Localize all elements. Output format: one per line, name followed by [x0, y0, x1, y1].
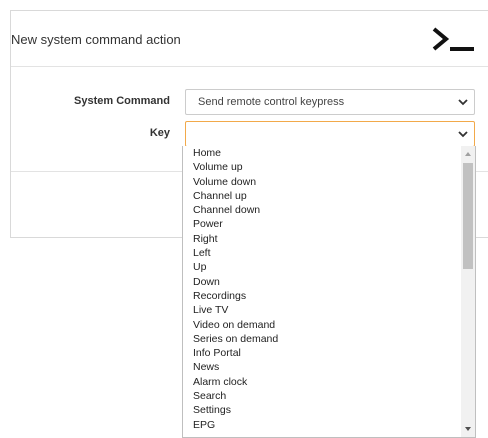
scrollbar-thumb[interactable]: [463, 163, 473, 269]
key-select[interactable]: [185, 121, 475, 147]
scroll-down-arrow-icon[interactable]: [465, 427, 471, 431]
option-series-on-demand[interactable]: Series on demand: [183, 332, 461, 346]
option-left[interactable]: Left: [183, 246, 461, 260]
option-settings[interactable]: Settings: [183, 403, 461, 417]
key-dropdown-list[interactable]: Home Volume up Volume down Channel up Ch…: [182, 146, 476, 438]
dialog-title: New system command action: [11, 32, 181, 47]
option-video-on-demand[interactable]: Video on demand: [183, 318, 461, 332]
option-volume-up[interactable]: Volume up: [183, 160, 461, 174]
option-news[interactable]: News: [183, 360, 461, 374]
option-right[interactable]: Right: [183, 232, 461, 246]
option-power[interactable]: Power: [183, 217, 461, 231]
system-command-select[interactable]: Send remote control keypress: [185, 89, 475, 115]
option-info-portal[interactable]: Info Portal: [183, 346, 461, 360]
key-options: Home Volume up Volume down Channel up Ch…: [183, 146, 461, 432]
option-volume-down[interactable]: Volume down: [183, 175, 461, 189]
option-epg[interactable]: EPG: [183, 418, 461, 432]
chevron-down-icon: [458, 99, 468, 106]
key-row: Key: [11, 121, 488, 147]
option-home[interactable]: Home: [183, 146, 461, 160]
option-up[interactable]: Up: [183, 260, 461, 274]
option-channel-up[interactable]: Channel up: [183, 189, 461, 203]
system-command-row: System Command Send remote control keypr…: [11, 89, 488, 115]
system-command-value: Send remote control keypress: [198, 96, 345, 108]
option-live-tv[interactable]: Live TV: [183, 303, 461, 317]
scroll-up-arrow-icon[interactable]: [465, 152, 471, 156]
dropdown-scrollbar[interactable]: [461, 146, 475, 437]
option-search[interactable]: Search: [183, 389, 461, 403]
option-channel-down[interactable]: Channel down: [183, 203, 461, 217]
system-command-label: System Command: [74, 95, 170, 107]
terminal-prompt-icon: [432, 27, 474, 51]
option-down[interactable]: Down: [183, 275, 461, 289]
option-alarm-clock[interactable]: Alarm clock: [183, 375, 461, 389]
chevron-down-icon: [458, 131, 468, 138]
dialog-header: New system command action: [11, 11, 488, 67]
key-label: Key: [149, 127, 170, 139]
option-recordings[interactable]: Recordings: [183, 289, 461, 303]
